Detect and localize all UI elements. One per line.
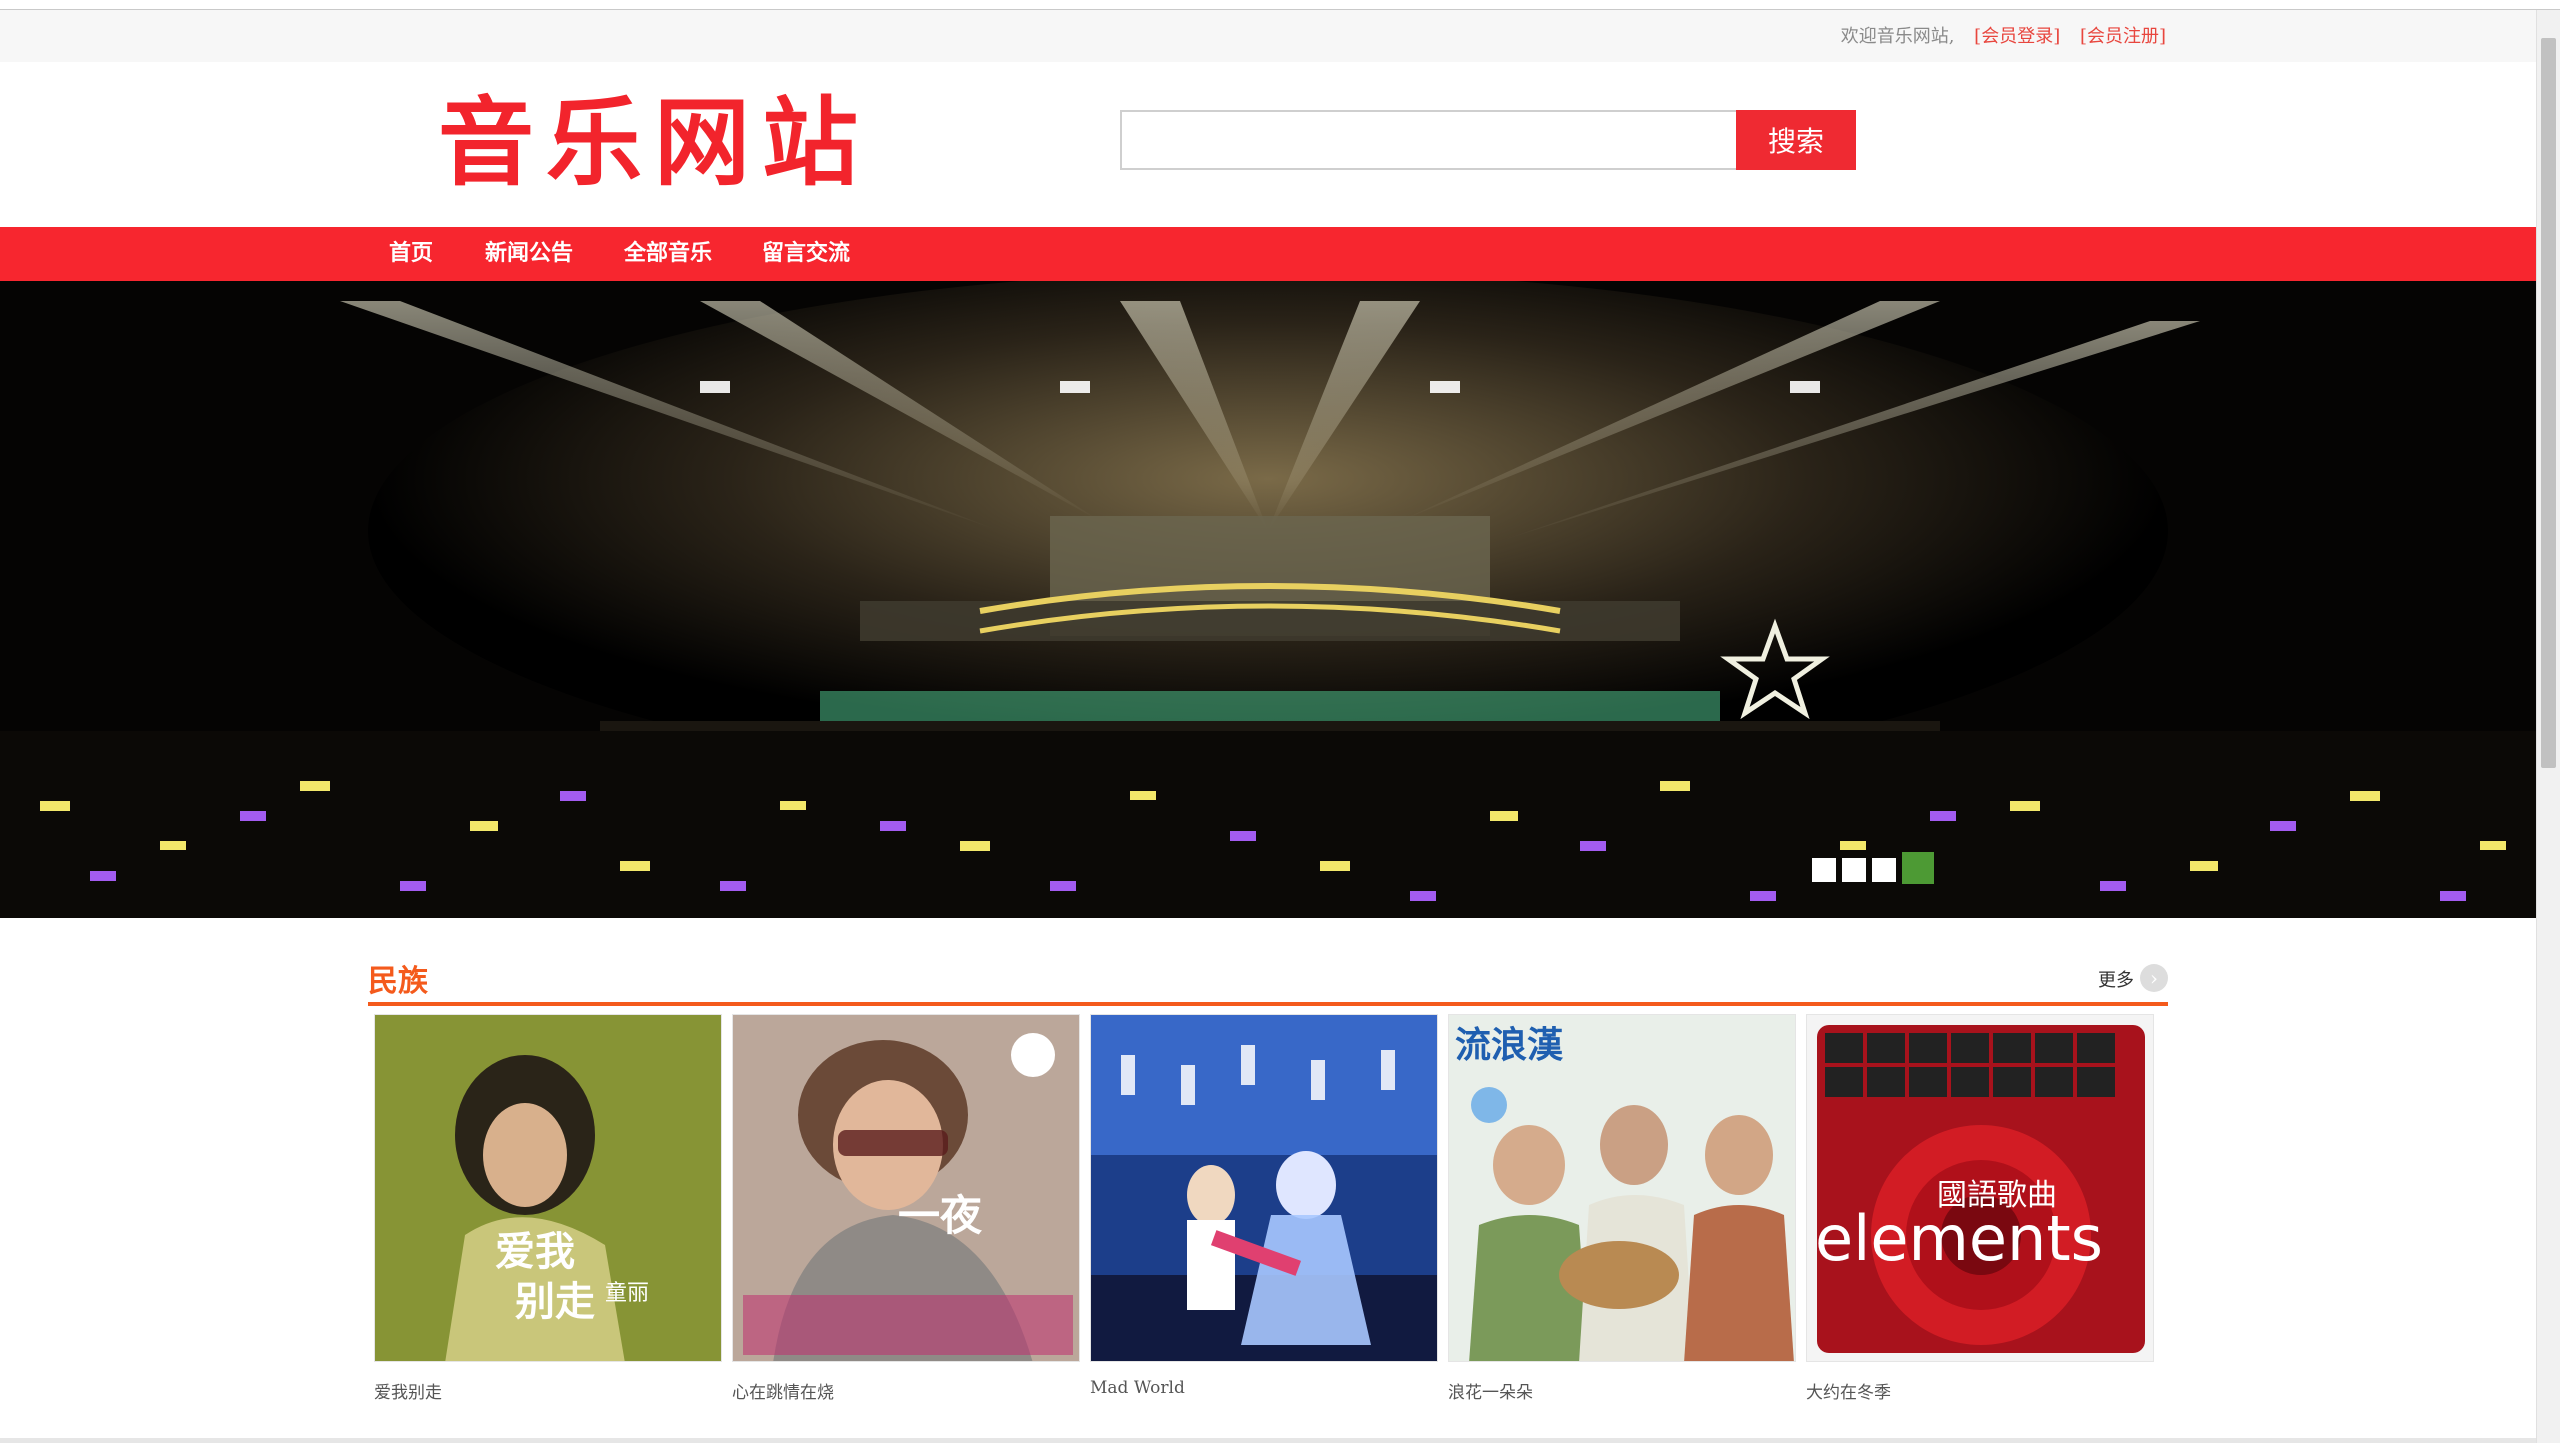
scrollbar-thumb[interactable] [2541, 38, 2556, 768]
top-bar-links: 欢迎音乐网站, [会员登录] [会员注册] [1841, 22, 2166, 48]
cover-text: 爱我 [495, 1228, 575, 1275]
album-cover-art: 爱我 别走 童丽 [375, 1015, 721, 1361]
cover-text: 别走 [515, 1278, 595, 1325]
search-button[interactable]: 搜索 [1736, 110, 1856, 170]
main-nav: 首页 新闻公告 全部音乐 留言交流 [0, 227, 2536, 281]
album-card[interactable]: 爱我 别走 童丽 爱我别走 [374, 1014, 722, 1403]
slide-dot-3[interactable] [1872, 858, 1896, 882]
slide-dot-1[interactable] [1812, 858, 1836, 882]
album-cover-art [1091, 1015, 1437, 1361]
welcome-text: 欢迎音乐网站, [1840, 26, 1955, 47]
album-card[interactable]: 一夜 心在跳情在烧 [732, 1014, 1080, 1403]
slide-dot-2[interactable] [1842, 858, 1866, 882]
album-card[interactable]: Mad World [1090, 1014, 1438, 1398]
album-card[interactable]: 國語歌曲 elements 大约在冬季 [1806, 1014, 2154, 1403]
album-cover-art: 流浪漢 [1449, 1015, 1795, 1361]
concert-banner[interactable] [0, 281, 2536, 918]
cover-text: 一夜 [898, 1191, 983, 1240]
cover-text: elements [1815, 1202, 2103, 1275]
more-label[interactable]: 更多 [2098, 966, 2134, 992]
album-title[interactable]: 爱我别走 [374, 1378, 722, 1403]
browser-top-edge [0, 0, 2560, 10]
top-bar: 欢迎音乐网站, [会员登录] [会员注册] [0, 10, 2536, 62]
album-title[interactable]: Mad World [1090, 1378, 1438, 1398]
nav-item-news[interactable]: 新闻公告 [485, 227, 573, 281]
album-cover-art: 國語歌曲 elements [1807, 1015, 2153, 1361]
chevron-right-icon[interactable]: › [2140, 964, 2168, 992]
site-logo[interactable]: 音乐网站 [438, 88, 870, 198]
album-title[interactable]: 浪花一朵朵 [1448, 1378, 1796, 1403]
album-cover[interactable] [1090, 1014, 1438, 1362]
member-register-link[interactable]: [会员注册] [2080, 26, 2166, 47]
cover-text: 童丽 [605, 1281, 649, 1306]
cover-text: 流浪漢 [1455, 1025, 1564, 1066]
member-login-link[interactable]: [会员登录] [1974, 26, 2060, 47]
album-title[interactable]: 心在跳情在烧 [732, 1378, 1080, 1403]
page-bottom-edge [0, 1438, 2536, 1443]
album-title[interactable]: 大约在冬季 [1806, 1378, 2154, 1403]
page-scrollbar[interactable] [2536, 10, 2560, 1443]
album-grid: 爱我 别走 童丽 爱我别走 一夜 心在跳情在烧 Mad World 流浪漢 浪花… [368, 1014, 2168, 1414]
album-cover[interactable]: 爱我 别走 童丽 [374, 1014, 722, 1362]
album-cover-art: 一夜 [733, 1015, 1079, 1361]
nav-item-guestbook[interactable]: 留言交流 [762, 227, 850, 281]
album-cover[interactable]: 流浪漢 [1448, 1014, 1796, 1362]
concert-stage-image [0, 281, 2536, 918]
album-cover[interactable]: 一夜 [732, 1014, 1080, 1362]
slide-dot-4-active[interactable] [1902, 852, 1934, 884]
album-card[interactable]: 流浪漢 浪花一朵朵 [1448, 1014, 1796, 1403]
album-cover[interactable]: 國語歌曲 elements [1806, 1014, 2154, 1362]
search-input[interactable] [1120, 110, 1736, 170]
nav-item-all-music[interactable]: 全部音乐 [624, 227, 712, 281]
section-header: 民族 更多 › [368, 950, 2168, 1006]
nav-item-home[interactable]: 首页 [389, 227, 433, 281]
section-title: 民族 [368, 964, 428, 999]
site-header: 音乐网站 搜索 [0, 62, 2536, 227]
